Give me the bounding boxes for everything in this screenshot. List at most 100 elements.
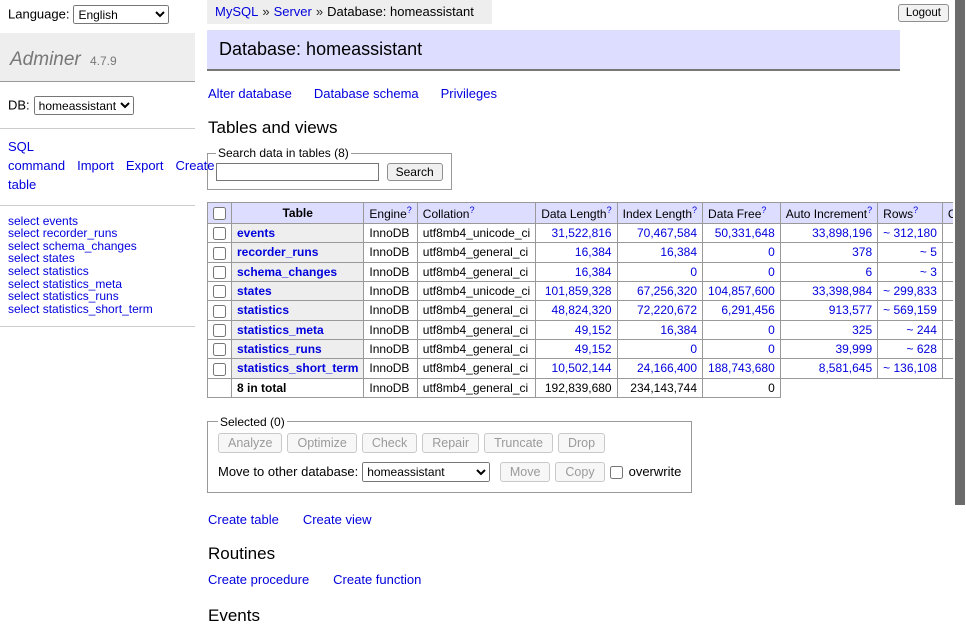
db-select[interactable]: homeassistant	[34, 96, 134, 115]
data-length-link[interactable]: 31,522,816	[552, 226, 612, 240]
data-free-link[interactable]: 6,291,456	[721, 303, 774, 317]
alter-database-link[interactable]: Alter database	[208, 86, 292, 101]
data-length-link[interactable]: 10,502,144	[552, 361, 612, 375]
index-length-link[interactable]: 16,384	[660, 245, 697, 259]
table-name-link[interactable]: recorder_runs	[237, 245, 318, 259]
search-button[interactable]: Search	[387, 163, 443, 181]
help-icon[interactable]: ?	[607, 205, 612, 215]
data-free-link[interactable]: 0	[768, 342, 775, 356]
drop-button[interactable]: Drop	[558, 433, 605, 453]
table-name-link[interactable]: statistics	[237, 303, 289, 317]
index-length-link[interactable]: 16,384	[660, 323, 697, 337]
data-length-link[interactable]: 16,384	[575, 265, 612, 279]
index-length-link[interactable]: 70,467,584	[637, 226, 697, 240]
auto-increment-link[interactable]: 913,577	[829, 303, 872, 317]
move-button[interactable]: Move	[500, 462, 551, 482]
auto-increment-link[interactable]: 8,581,645	[819, 361, 872, 375]
breadcrumb-mysql-link[interactable]: MySQL	[215, 4, 258, 19]
help-icon[interactable]: ?	[692, 205, 697, 215]
index-length-link[interactable]: 72,220,672	[637, 303, 697, 317]
app-version[interactable]: 4.7.9	[90, 54, 117, 68]
table-row: events InnoDB utf8mb4_unicode_ci 31,522,…	[208, 224, 966, 243]
rows-link[interactable]: ~ 136,108	[883, 361, 937, 375]
auto-increment-link[interactable]: 39,999	[835, 342, 872, 356]
data-free-link[interactable]: 0	[768, 265, 775, 279]
index-length-link[interactable]: 0	[690, 342, 697, 356]
row-checkbox[interactable]	[213, 247, 226, 260]
create-table-link[interactable]: Create table	[208, 512, 279, 527]
table-row: statistics_meta InnoDB utf8mb4_general_c…	[208, 320, 966, 339]
overwrite-checkbox[interactable]	[610, 466, 623, 479]
help-icon[interactable]: ?	[867, 205, 872, 215]
select-all-checkbox[interactable]	[213, 207, 226, 220]
database-schema-link[interactable]: Database schema	[314, 86, 419, 101]
index-length-link[interactable]: 24,166,400	[637, 361, 697, 375]
create-function-link[interactable]: Create function	[333, 572, 421, 587]
import-link[interactable]: Import	[77, 158, 114, 173]
rows-link[interactable]: ~ 299,833	[883, 284, 937, 298]
rows-link[interactable]: ~ 569,159	[883, 303, 937, 317]
sidebar: Language:English Adminer 4.7.9 DB:homeas…	[0, 0, 195, 327]
auto-increment-link[interactable]: 33,398,984	[812, 284, 872, 298]
table-link[interactable]: statistics_short_term	[43, 302, 153, 316]
table-name-link[interactable]: events	[237, 226, 275, 240]
vertical-scrollbar[interactable]	[953, 0, 966, 543]
auto-increment-link[interactable]: 378	[852, 245, 872, 259]
help-icon[interactable]: ?	[913, 205, 918, 215]
auto-increment-link[interactable]: 33,898,196	[812, 226, 872, 240]
row-checkbox[interactable]	[213, 285, 226, 298]
row-checkbox[interactable]	[213, 324, 226, 337]
rows-link[interactable]: ~ 3	[920, 265, 937, 279]
rows-link[interactable]: ~ 5	[920, 245, 937, 259]
row-checkbox[interactable]	[213, 343, 226, 356]
data-free-link[interactable]: 104,857,600	[708, 284, 775, 298]
breadcrumb-server-link[interactable]: Server	[274, 4, 312, 19]
table-name-link[interactable]: statistics_runs	[237, 342, 322, 356]
row-checkbox[interactable]	[213, 305, 226, 318]
logout-button[interactable]: Logout	[898, 4, 949, 22]
repair-button[interactable]: Repair	[422, 433, 479, 453]
create-view-link[interactable]: Create view	[303, 512, 372, 527]
data-free-link[interactable]: 0	[768, 245, 775, 259]
data-free-link[interactable]: 188,743,680	[708, 361, 775, 375]
data-length-link[interactable]: 48,824,320	[552, 303, 612, 317]
table-name-link[interactable]: schema_changes	[237, 265, 337, 279]
rows-link[interactable]: ~ 312,180	[883, 226, 937, 240]
help-icon[interactable]: ?	[407, 205, 412, 215]
data-free-link[interactable]: 50,331,648	[715, 226, 775, 240]
check-button[interactable]: Check	[362, 433, 417, 453]
data-length-link[interactable]: 49,152	[575, 342, 612, 356]
index-length-link[interactable]: 0	[690, 265, 697, 279]
help-icon[interactable]: ?	[469, 205, 474, 215]
create-procedure-link[interactable]: Create procedure	[208, 572, 309, 587]
table-name-link[interactable]: states	[237, 284, 272, 298]
analyze-button[interactable]: Analyze	[218, 433, 282, 453]
scrollbar-thumb[interactable]	[955, 0, 965, 505]
optimize-button[interactable]: Optimize	[287, 433, 356, 453]
row-checkbox[interactable]	[213, 227, 226, 240]
table-row: schema_changes InnoDB utf8mb4_general_ci…	[208, 262, 966, 281]
index-length-link[interactable]: 67,256,320	[637, 284, 697, 298]
export-link[interactable]: Export	[126, 158, 164, 173]
data-length-link[interactable]: 16,384	[575, 245, 612, 259]
move-db-select[interactable]: homeassistant	[362, 462, 490, 482]
row-checkbox[interactable]	[213, 363, 226, 376]
data-free-link[interactable]: 0	[768, 323, 775, 337]
copy-button[interactable]: Copy	[555, 462, 604, 482]
data-length-link[interactable]: 49,152	[575, 323, 612, 337]
select-link[interactable]: select	[8, 302, 39, 316]
table-name-link[interactable]: statistics_short_term	[237, 361, 358, 375]
rows-link[interactable]: ~ 628	[907, 342, 937, 356]
language-select[interactable]: English	[73, 5, 169, 24]
search-input[interactable]	[216, 163, 379, 181]
sql-command-link[interactable]: SQL command	[8, 139, 65, 173]
help-icon[interactable]: ?	[761, 205, 766, 215]
data-length-link[interactable]: 101,859,328	[545, 284, 612, 298]
table-name-link[interactable]: statistics_meta	[237, 323, 324, 337]
privileges-link[interactable]: Privileges	[441, 86, 497, 101]
auto-increment-link[interactable]: 325	[852, 323, 872, 337]
row-checkbox[interactable]	[213, 266, 226, 279]
rows-link[interactable]: ~ 244	[907, 323, 937, 337]
auto-increment-link[interactable]: 6	[865, 265, 872, 279]
truncate-button[interactable]: Truncate	[484, 433, 553, 453]
